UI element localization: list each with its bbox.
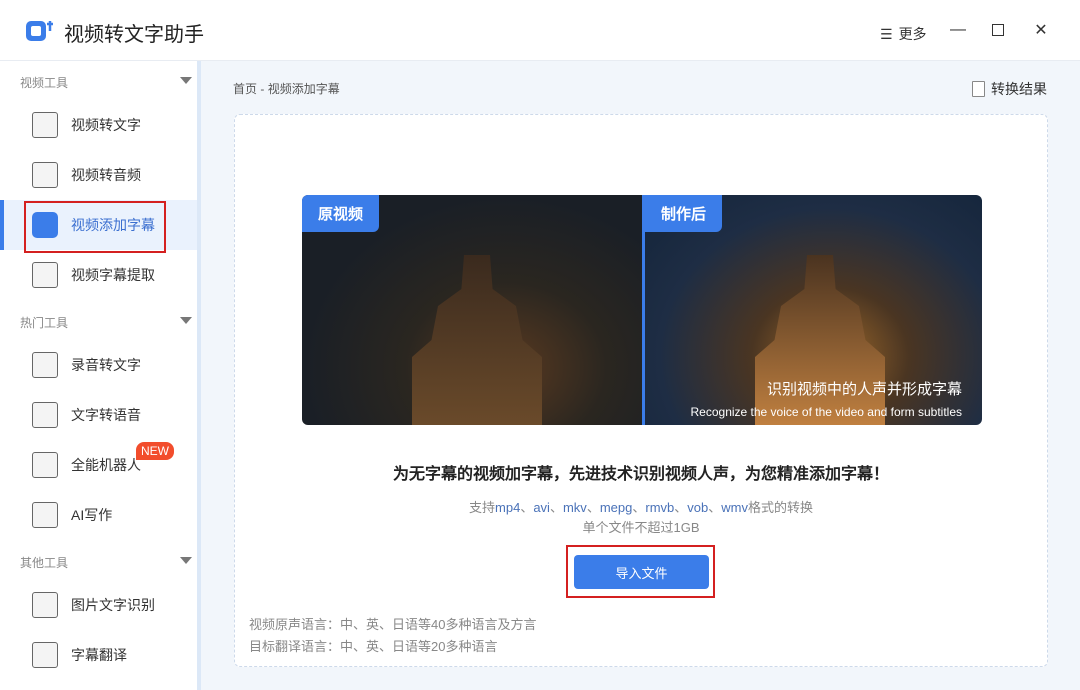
subtitle-cn: 识别视频中的人声并形成字幕 [766,381,962,398]
format: wmv [721,500,748,515]
subtitle-en: Recognize the voice of the video and for… [690,405,963,419]
sidebar-item-label: 全能机器人 [71,457,141,473]
result-label: 转换结果 [991,81,1047,97]
processed-video-preview: 制作后 识别视频中的人声并形成字幕 Recognize the voice of… [642,195,982,425]
sep: 、 [586,500,600,515]
sidebar-item-label: 视频转文字 [71,117,141,133]
new-badge: NEW [136,442,174,460]
sep: 、 [520,500,534,515]
sep: 、 [632,500,646,515]
target-language-info: 目标翻译语言：中、英、日语等20多种语言 [249,639,498,654]
chevron-down-icon [180,77,192,84]
sidebar-item-label: 视频字幕提取 [71,267,155,283]
preview-image: 原视频 制作后 识别视频中的人声并形成字幕 Recognize the voic… [302,195,982,425]
sidebar-item-subtitle-translate[interactable]: 字幕翻译 [0,630,197,680]
section-label: 视频工具 [20,76,69,90]
text-speech-icon [32,402,58,428]
sidebar-item-label: 字幕翻译 [71,647,127,663]
minimize-button[interactable]: — [948,20,968,40]
translate-icon [32,642,58,668]
breadcrumb-home[interactable]: 首页 [233,82,257,96]
more-label: 更多 [898,26,927,42]
size-limit: 单个文件不超过1GB [582,520,700,535]
sidebar-item-label: AI写作 [71,507,113,523]
app-logo-icon [26,21,53,41]
close-button[interactable]: ✕ [1031,20,1051,40]
more-menu-button[interactable]: ☰ 更多 [880,24,927,44]
app-title: 视频转文字助手 [64,24,204,46]
sidebar-item-video-to-text[interactable]: 视频转文字 [0,100,197,150]
sidebar-item-label: 文字转语音 [71,407,141,423]
highlight-box [566,545,715,598]
section-hot-tools[interactable]: 热门工具 [20,314,192,331]
title-bar: 视频转文字助手 ☰ 更多 — ✕ [0,0,1080,61]
maximize-button[interactable] [988,20,1008,40]
formats-suffix: 格式的转换 [747,500,813,515]
formats-prefix: 支持 [469,500,496,515]
chevron-down-icon [180,557,192,564]
headline: 为无字幕的视频加字幕，先进技术识别视频人声，为您精准添加字幕！ [392,466,889,483]
format: mp4 [495,500,521,515]
sidebar-item-image-ocr[interactable]: 图片文字识别 [0,580,197,630]
section-label: 其他工具 [20,556,69,570]
image-text-icon [32,592,58,618]
sidebar-item-video-to-audio[interactable]: 视频转音频 [0,150,197,200]
format: rmvb [645,500,675,515]
processed-tag: 制作后 [645,195,723,232]
sidebar-item-label: 图片文字识别 [71,597,155,613]
original-tag: 原视频 [302,195,380,232]
format: mepg [599,500,633,515]
conversion-result-button[interactable]: 转换结果 [972,79,1047,99]
format: vob [687,500,709,515]
microphone-icon [32,352,58,378]
section-other-tools[interactable]: 其他工具 [20,554,192,571]
original-video-preview: 原视频 [302,195,642,425]
breadcrumb: 首页 - 视频添加字幕 [233,80,340,97]
chevron-down-icon [180,317,192,324]
sep: 、 [549,500,563,515]
robot-icon [32,452,58,478]
sep: 、 [708,500,722,515]
document-icon [972,81,985,97]
format: mkv [562,500,587,515]
sidebar: 视频工具 视频转文字 视频转音频 视频添加字幕 视频字幕提取 热门工具 录音转文… [0,61,201,690]
video-audio-icon [32,162,58,188]
ai-writing-icon [32,502,58,528]
building-image [755,255,885,425]
breadcrumb-separator: - [260,82,265,96]
menu-icon: ☰ [880,25,893,42]
sidebar-item-label: 录音转文字 [71,357,141,373]
sidebar-item-extract-subtitles[interactable]: 视频字幕提取 [0,250,197,300]
building-image [412,255,542,425]
source-language-info: 视频原声语言：中、英、日语等40多种语言及方言 [249,617,537,632]
sep: 、 [674,500,688,515]
breadcrumb-current: 视频添加字幕 [267,82,340,96]
section-video-tools[interactable]: 视频工具 [20,74,192,91]
sidebar-item-ai-writing[interactable]: AI写作 [0,490,197,540]
subtitle-extract-icon [32,262,58,288]
highlight-box [24,201,166,253]
supported-formats: 支持mp4、avi、mkv、mepg、rmvb、vob、wmv格式的转换 [235,497,1047,516]
format: avi [533,500,550,515]
sidebar-item-audio-to-text[interactable]: 录音转文字 [0,340,197,390]
sidebar-item-text-to-speech[interactable]: 文字转语音 [0,390,197,440]
sidebar-item-label: 视频转音频 [71,167,141,183]
section-label: 热门工具 [20,316,69,330]
video-text-icon [32,112,58,138]
